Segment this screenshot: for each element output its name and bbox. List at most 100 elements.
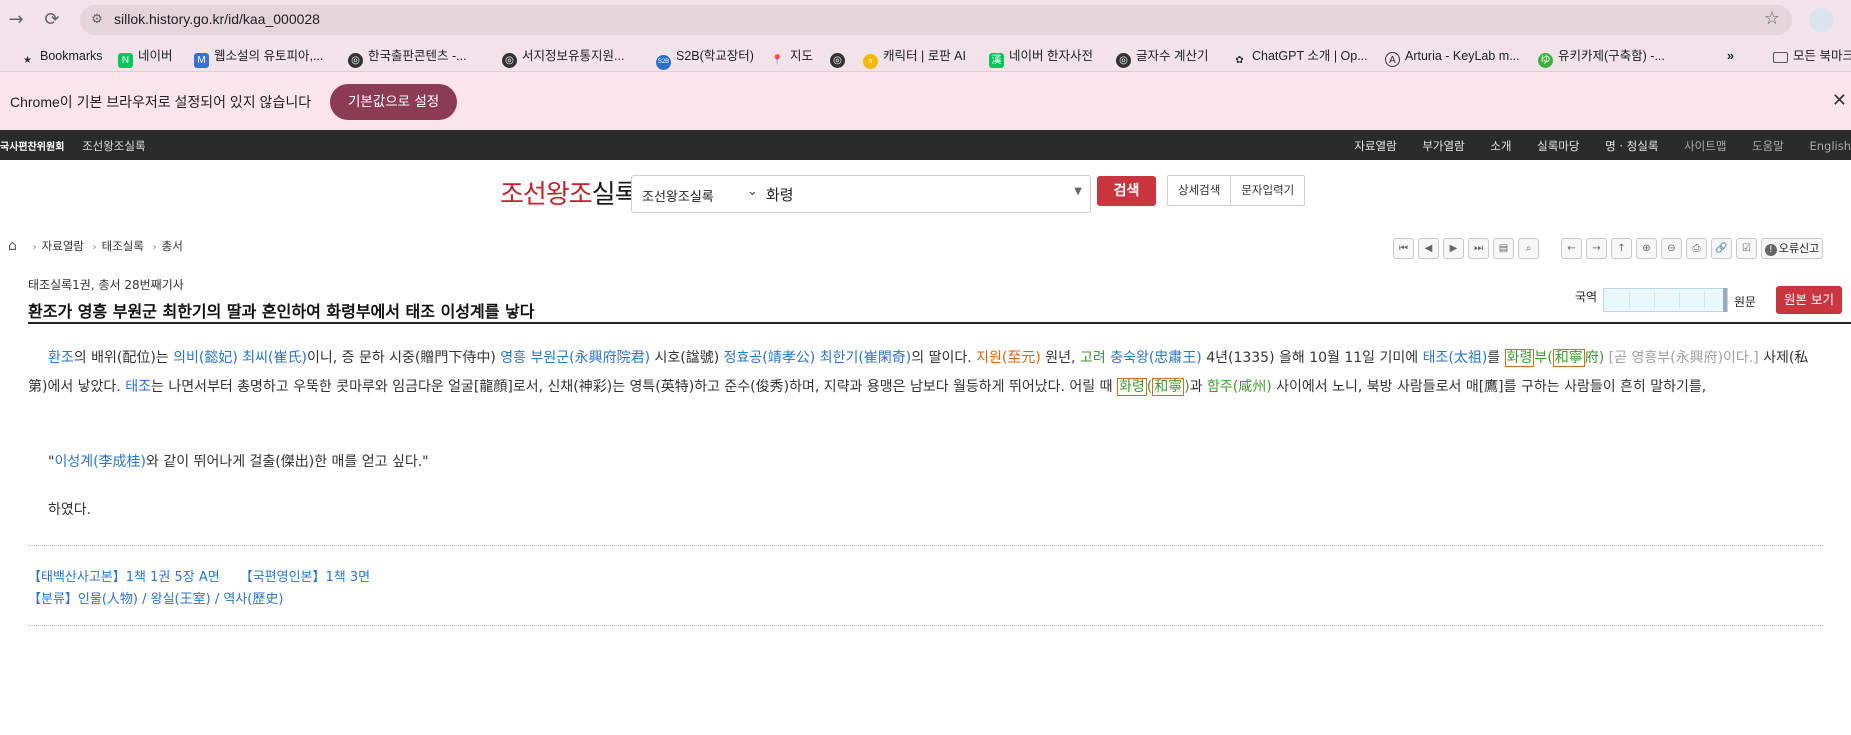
advanced-search-button[interactable]: 상세검색 [1168, 176, 1230, 205]
place-link[interactable]: 함주(咸州) [1207, 379, 1272, 395]
divider [28, 625, 1823, 626]
slider-handle[interactable] [1723, 288, 1727, 312]
link-icon[interactable]: 🔗 [1711, 238, 1732, 259]
last-page-icon[interactable]: ⏭ [1468, 238, 1489, 259]
person-link[interactable]: 이성계(李成桂) [54, 454, 146, 470]
search-scope-select[interactable]: 조선왕조실록 [642, 186, 714, 205]
bookmark-item[interactable]: ✿ ChatGPT 소개 | Op... [1232, 46, 1367, 66]
nav-english[interactable]: English [1809, 139, 1851, 153]
bookmark-item[interactable]: 漢 네이버 한자사전 [989, 46, 1093, 68]
all-bookmarks-folder[interactable]: 모든 북마크 [1773, 46, 1851, 66]
dropdown-arrow-icon[interactable]: ▼ [1074, 186, 1082, 197]
nav-view[interactable]: 자료열람 [1354, 139, 1396, 153]
nav-about[interactable]: 소개 [1490, 139, 1511, 153]
person-link[interactable]: 영흥 부원군(永興府院君) [500, 350, 650, 366]
nav-ming-qing[interactable]: 명 · 청실록 [1605, 139, 1658, 153]
search-highlight[interactable]: 和寧 [1152, 378, 1185, 396]
search-highlight[interactable]: 화령 [1116, 378, 1147, 396]
bookmark-item[interactable]: ◎ 한국출판콘텐츠 -... [348, 46, 467, 68]
search-highlight[interactable]: 화령 [1504, 349, 1535, 367]
source-facsimile[interactable]: 【국편영인본】1책 3면 [240, 570, 370, 585]
close-icon[interactable]: ✕ [1832, 90, 1847, 111]
article-title: 환조가 영흥 부원군 최한기의 딸과 혼인하여 화령부에서 태조 이성계를 낳다 [28, 302, 535, 321]
org-link[interactable]: 국사편찬위원회 [0, 142, 64, 153]
forward-arrow-icon[interactable]: → [1586, 238, 1607, 259]
zoom-search-icon[interactable]: ⌕ [1518, 238, 1539, 259]
lang-label-korean: 국역 [1575, 290, 1598, 304]
bookmark-item[interactable]: ◎ 서지정보유통지원... [502, 46, 624, 68]
site-header: 조선왕조실록 조선왕조실록 ⌄ ▼ 검색 상세검색 문자입력기 [0, 160, 1851, 224]
bookmark-item[interactable]: ◎ 글자수 계산기 [1116, 46, 1208, 68]
category-info[interactable]: 【분류】인물(人物) / 왕실(王室) / 역사(歷史) [28, 588, 283, 607]
zoom-in-icon[interactable]: ⊕ [1636, 238, 1657, 259]
person-link[interactable]: 태조(太祖) [1423, 350, 1488, 366]
source-taebaek[interactable]: 【태백산사고본】1책 1권 5장 A면 [28, 570, 220, 585]
url-text: sillok.history.go.kr/id/kaa_000028 [114, 11, 320, 27]
search-highlight[interactable]: 和寧 [1552, 349, 1585, 367]
reload-icon[interactable]: ⟳ [40, 8, 64, 32]
era-link[interactable]: 지원(至元) [976, 350, 1041, 366]
set-default-button[interactable]: 기본값으로 설정 [330, 84, 458, 120]
search-button[interactable]: 검색 [1097, 176, 1156, 206]
slider-tick [1629, 291, 1630, 309]
up-arrow-icon[interactable]: ↑ [1611, 238, 1632, 259]
person-link[interactable]: 의비(懿妃) [173, 350, 238, 366]
nav-madang[interactable]: 실록마당 [1537, 139, 1579, 153]
person-link[interactable]: 환조 [48, 350, 74, 366]
view-original-button[interactable]: 원본 보기 [1776, 286, 1842, 314]
chevron-down-icon[interactable]: ⌄ [747, 184, 758, 199]
breadcrumb-item[interactable]: 태조실록 [102, 239, 144, 253]
back-arrow-icon[interactable]: ← [1561, 238, 1582, 259]
site-link[interactable]: 조선왕조실록 [82, 139, 145, 153]
star-icon: ★ [23, 55, 32, 66]
bookmark-item[interactable]: M 웹소설의 유토피아,... [194, 46, 323, 68]
search-input[interactable] [766, 182, 1036, 206]
print-icon[interactable]: ⎙ [1686, 238, 1707, 259]
text-search-icon[interactable]: ▤ [1493, 238, 1514, 259]
address-bar[interactable]: ⚙ sillok.history.go.kr/id/kaa_000028 ☆ [80, 5, 1792, 35]
profile-avatar[interactable] [1809, 8, 1833, 32]
first-page-icon[interactable]: ⏮ [1393, 238, 1414, 259]
nav-help[interactable]: 도움말 [1752, 139, 1784, 153]
breadcrumb-item[interactable]: 총서 [162, 239, 183, 253]
home-icon[interactable]: ⌂ [8, 238, 24, 254]
nav-extra[interactable]: 부가열람 [1422, 139, 1464, 153]
zoom-out-icon[interactable]: ⊖ [1661, 238, 1682, 259]
globe-icon: ◎ [830, 53, 845, 68]
article-quote: "이성계(李成桂)와 같이 뛰어나게 걸출(傑出)한 매를 얻고 싶다." [48, 454, 429, 470]
arturia-icon: A [1385, 52, 1400, 67]
person-link[interactable]: 최한기(崔閑奇) [820, 350, 912, 366]
bookmark-item[interactable]: S2B S2B(학교장터) [656, 46, 754, 70]
character-icon: n [863, 54, 878, 69]
site-info-icon[interactable]: ⚙ [88, 11, 106, 29]
report-error-button[interactable]: ! 오류신고 [1761, 238, 1823, 259]
checkbox-icon[interactable]: ☑ [1736, 238, 1757, 259]
bookmark-item[interactable]: ★ Bookmarks [20, 46, 103, 66]
bookmark-item[interactable]: 📍 지도 [770, 46, 813, 66]
bookmark-item[interactable]: ◎ [830, 46, 850, 68]
breadcrumb-item[interactable]: 자료열람 [42, 239, 84, 253]
search-box: 조선왕조실록 ⌄ ▼ [631, 175, 1091, 213]
bookmark-item[interactable]: ゆ 유키카제(구축함) -... [1538, 46, 1665, 68]
globe-icon: ◎ [348, 53, 363, 68]
person-link[interactable]: 충숙왕(忠肅王) [1110, 350, 1202, 366]
slider-tick [1654, 291, 1655, 309]
map-pin-icon: 📍 [771, 55, 784, 66]
globe-icon: ◎ [1116, 53, 1131, 68]
prev-page-icon[interactable]: ◀ [1418, 238, 1439, 259]
dynasty-link[interactable]: 고려 [1080, 350, 1106, 366]
person-link[interactable]: 최씨(崔氏) [242, 350, 307, 366]
more-bookmarks-button[interactable]: » [1727, 46, 1734, 66]
site-logo[interactable]: 조선왕조실록 [500, 174, 639, 211]
bookmark-item[interactable]: n 캐릭터 | 로판 AI [863, 46, 966, 69]
forward-icon[interactable]: → [4, 8, 28, 32]
person-link[interactable]: 태조 [125, 379, 151, 395]
char-input-button[interactable]: 문자입력기 [1230, 176, 1304, 205]
bookmark-item[interactable]: A Arturia - KeyLab m... [1385, 46, 1520, 67]
bookmark-item[interactable]: N 네이버 [118, 46, 173, 68]
translation-slider[interactable] [1603, 288, 1728, 312]
bookmark-star-icon[interactable]: ☆ [1764, 8, 1780, 29]
next-page-icon[interactable]: ▶ [1443, 238, 1464, 259]
person-link[interactable]: 정효공(靖孝公) [724, 350, 816, 366]
nav-sitemap[interactable]: 사이트맵 [1684, 139, 1726, 153]
